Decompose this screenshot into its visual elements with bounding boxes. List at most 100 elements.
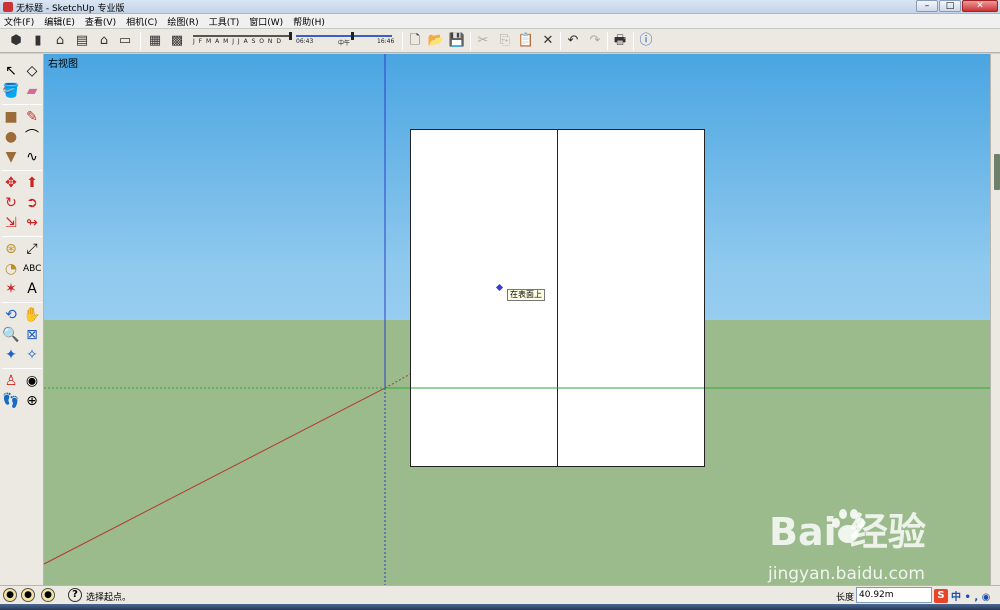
menu-tools[interactable]: 工具(T) — [209, 15, 240, 28]
red-axis-negative — [384, 371, 415, 389]
time-start: 06:43 — [296, 38, 314, 45]
freehand-tool-icon[interactable]: ∿ — [23, 148, 41, 166]
menu-file[interactable]: 文件(F) — [4, 15, 34, 28]
sogou-ime-icon[interactable]: S — [934, 588, 948, 603]
measurement-label: 长度 — [836, 593, 855, 603]
rectangle-tool-icon[interactable]: ■ — [2, 108, 20, 126]
back-view-icon[interactable]: ⌂ — [95, 32, 113, 50]
dock-handle[interactable] — [994, 154, 1000, 190]
make-component-icon[interactable]: ◇ — [23, 62, 41, 80]
menu-draw[interactable]: 绘图(R) — [167, 15, 198, 28]
minimize-button[interactable]: – — [916, 0, 938, 12]
red-axis — [44, 387, 386, 565]
date-slider-track[interactable] — [193, 35, 291, 37]
inference-tooltip: 在表面上 — [507, 289, 545, 301]
save-icon[interactable]: 💾 — [448, 32, 466, 50]
date-slider-thumb[interactable] — [289, 32, 292, 40]
toolbar-separator — [402, 32, 403, 50]
left-view-icon[interactable]: ▭ — [116, 32, 134, 50]
rotate-tool-icon[interactable]: ↻ — [2, 194, 20, 212]
tape-measure-icon[interactable]: ⊛ — [2, 240, 20, 258]
credits-icon[interactable]: ● — [21, 588, 35, 602]
walk-tool-icon[interactable]: 👣 — [2, 392, 20, 410]
sketchup-app-icon — [3, 2, 13, 12]
toolbar-separator — [560, 32, 561, 50]
print-icon[interactable]: 🖶 — [611, 32, 629, 50]
shadow-months: J F M A M J J A S O N D — [193, 38, 282, 45]
circle-tool-icon[interactable]: ● — [2, 128, 20, 146]
menu-camera[interactable]: 相机(C) — [126, 15, 157, 28]
geo-location-icon[interactable]: ● — [3, 588, 17, 602]
user-icon[interactable]: ● — [41, 588, 55, 602]
arc-tool-icon[interactable]: ⌒ — [23, 128, 41, 146]
os-taskbar — [0, 604, 1000, 610]
palette-separator — [2, 302, 42, 303]
model-viewport[interactable]: 右视图 在表面上 Bai 经验 jingyan.baidu.com — [44, 54, 990, 585]
menu-help[interactable]: 帮助(H) — [293, 15, 325, 28]
redo-icon[interactable]: ↷ — [586, 32, 604, 50]
front-view-icon[interactable]: ⌂ — [51, 32, 69, 50]
tool-palette: ↖ ◇ 🪣 ▰ ■ ✎ ● ⌒ ▼ ∿ ✥ ⬆ ↻ ➲ ⇲ ↬ ⊛ ⤢ ◔ AB… — [0, 54, 44, 585]
palette-separator — [2, 368, 42, 369]
undo-icon[interactable]: ↶ — [564, 32, 582, 50]
select-tool-icon[interactable]: ↖ — [2, 62, 20, 80]
window-title: 无标题 - SketchUp 专业版 — [16, 4, 125, 14]
push-pull-tool-icon[interactable]: ⬆ — [23, 174, 41, 192]
ime-toolbar[interactable]: S 中 • , ◉ — [934, 588, 990, 603]
shadow-settings-icon[interactable]: ▦ — [146, 32, 164, 50]
3d-text-icon[interactable]: A — [23, 280, 41, 298]
open-file-icon[interactable]: 📂 — [427, 32, 445, 50]
toolbar-separator — [607, 32, 608, 50]
paste-icon[interactable]: 📋 — [517, 32, 535, 50]
dimension-tool-icon[interactable]: ⤢ — [23, 240, 41, 258]
instructor-help-icon[interactable]: ? — [68, 588, 82, 602]
maximize-button[interactable]: □ — [939, 0, 961, 12]
orbit-tool-icon[interactable]: ⟲ — [2, 306, 20, 324]
menu-window[interactable]: 窗口(W) — [249, 15, 283, 28]
measurement-input[interactable] — [856, 587, 932, 603]
time-slider-thumb[interactable] — [351, 32, 354, 40]
protractor-icon[interactable]: ◔ — [2, 260, 20, 278]
zoom-extents-icon[interactable]: ✧ — [23, 346, 41, 364]
zoom-window-icon[interactable]: ⊠ — [23, 326, 41, 344]
palette-separator — [2, 170, 42, 171]
zoom-tool-icon[interactable]: 🔍 — [2, 326, 20, 344]
offset-tool-icon[interactable]: ↬ — [23, 214, 41, 232]
text-tool-icon[interactable]: ABC — [23, 260, 41, 278]
time-noon: 中午 — [338, 40, 351, 47]
time-end: 16:46 — [377, 38, 395, 45]
menu-view[interactable]: 查看(V) — [85, 15, 116, 28]
scale-tool-icon[interactable]: ⇲ — [2, 214, 20, 232]
menu-edit[interactable]: 编辑(E) — [44, 15, 75, 28]
new-file-icon[interactable]: 🗋 — [406, 32, 424, 50]
cut-icon[interactable]: ✂ — [474, 32, 492, 50]
iso-view-icon[interactable]: ⬢ — [7, 32, 25, 50]
title-bar: 无标题 - SketchUp 专业版 – □ ✕ — [0, 0, 1000, 14]
axes-tool-icon[interactable]: ✶ — [2, 280, 20, 298]
palette-separator — [2, 236, 42, 237]
menu-bar: 文件(F) 编辑(E) 查看(V) 相机(C) 绘图(R) 工具(T) 窗口(W… — [0, 14, 1000, 29]
right-dock-strip — [990, 54, 1000, 585]
previous-view-icon[interactable]: ✦ — [2, 346, 20, 364]
follow-me-tool-icon[interactable]: ➲ — [23, 194, 41, 212]
erase-icon[interactable]: ✕ — [539, 32, 557, 50]
pan-tool-icon[interactable]: ✋ — [23, 306, 41, 324]
copy-icon[interactable]: ⎘ — [496, 32, 514, 50]
right-view-icon[interactable]: ▤ — [73, 32, 91, 50]
section-plane-icon[interactable]: ⊕ — [23, 392, 41, 410]
display-shadows-icon[interactable]: ▩ — [168, 32, 186, 50]
model-info-icon[interactable]: ⓘ — [637, 32, 655, 50]
eraser-icon[interactable]: ▰ — [23, 82, 41, 100]
position-camera-icon[interactable]: ♙ — [2, 372, 20, 390]
top-view-icon[interactable]: ▮ — [29, 32, 47, 50]
look-around-icon[interactable]: ◉ — [23, 372, 41, 390]
ime-mode-text[interactable]: 中 • , ◉ — [951, 588, 990, 603]
time-slider-track[interactable] — [296, 35, 392, 37]
move-tool-icon[interactable]: ✥ — [2, 174, 20, 192]
status-bar: ● ● ● ? 选择起点。 长度 S 中 • , ◉ — [0, 585, 1000, 604]
close-button[interactable]: ✕ — [962, 0, 998, 12]
polygon-tool-icon[interactable]: ▼ — [2, 148, 20, 166]
paint-bucket-icon[interactable]: 🪣 — [2, 82, 20, 100]
line-tool-icon[interactable]: ✎ — [23, 108, 41, 126]
palette-separator — [2, 104, 42, 105]
